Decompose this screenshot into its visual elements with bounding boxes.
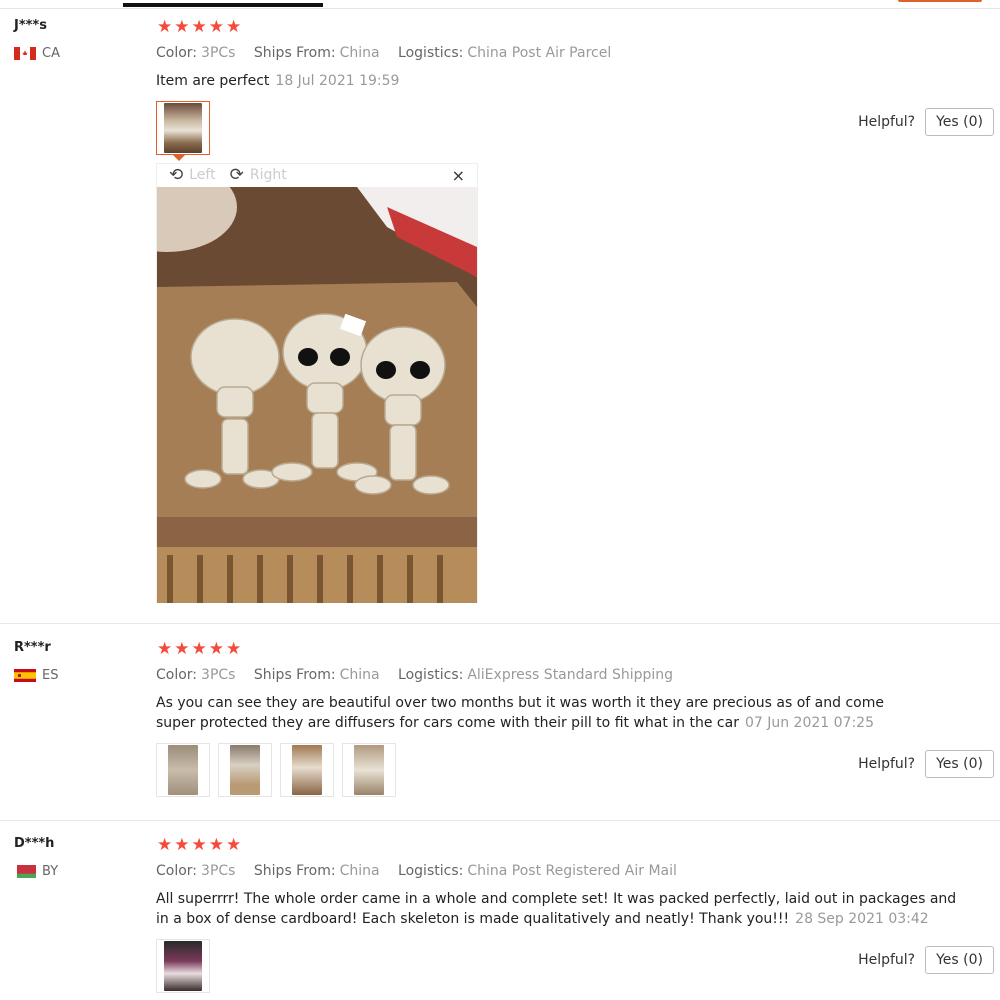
star-icon: ★ xyxy=(191,639,207,659)
review-date: 28 Sep 2021 03:42 xyxy=(795,911,929,927)
star-rating: ★ ★ ★ ★ ★ xyxy=(157,640,241,658)
es-flag-icon xyxy=(14,669,36,682)
review-thumbnails xyxy=(156,743,396,797)
star-icon: ★ xyxy=(157,17,173,37)
color-label: Color: xyxy=(156,667,198,683)
star-rating: ★ ★ ★ ★ ★ xyxy=(157,18,241,36)
logistics-value: China Post Air Parcel xyxy=(467,45,612,61)
helpful-section: Helpful? Yes (0) xyxy=(858,108,994,136)
color-label: Color: xyxy=(156,45,198,61)
reviewer-name: D***h xyxy=(14,836,55,851)
rotate-left-icon[interactable]: ⟲ xyxy=(169,165,183,185)
ships-from-value: China xyxy=(339,667,380,683)
color-label: Color: xyxy=(156,863,198,879)
helpful-yes-button[interactable]: Yes (0) xyxy=(925,108,994,136)
review-photo-thumbnail[interactable] xyxy=(156,743,210,797)
star-icon: ★ xyxy=(157,639,173,659)
by-flag-icon xyxy=(14,865,36,878)
helpful-yes-button[interactable]: Yes (0) xyxy=(925,946,994,974)
review-photo-thumbnail[interactable] xyxy=(218,743,272,797)
reviewer-country: BY xyxy=(14,864,58,879)
logistics-label: Logistics: xyxy=(398,863,464,879)
logistics-value: China Post Registered Air Mail xyxy=(467,863,677,879)
review-divider xyxy=(0,623,1000,624)
ships-from-label: Ships From: xyxy=(253,45,336,61)
rotate-left-label[interactable]: Left xyxy=(189,167,215,183)
star-icon: ★ xyxy=(191,17,207,37)
helpful-label: Helpful? xyxy=(858,114,916,130)
review-text: As you can see they are beautiful over t… xyxy=(156,693,916,733)
review-thumbnails xyxy=(156,939,210,993)
helpful-section: Helpful? Yes (0) xyxy=(858,750,994,778)
star-icon: ★ xyxy=(174,17,190,37)
star-icon: ★ xyxy=(208,835,224,855)
logistics-value: AliExpress Standard Shipping xyxy=(467,667,674,683)
ca-flag-icon xyxy=(14,47,36,60)
ships-from-label: Ships From: xyxy=(253,667,336,683)
star-icon: ★ xyxy=(174,639,190,659)
star-icon: ★ xyxy=(226,835,242,855)
top-accent-button-edge xyxy=(898,0,982,2)
review-date: 18 Jul 2021 19:59 xyxy=(275,73,400,89)
helpful-yes-button[interactable]: Yes (0) xyxy=(925,750,994,778)
star-rating: ★ ★ ★ ★ ★ xyxy=(157,836,241,854)
country-code: CA xyxy=(42,46,60,61)
helpful-section: Helpful? Yes (0) xyxy=(858,946,994,974)
reviewer-name: J***s xyxy=(14,18,47,33)
review-text: Item are perfect 18 Jul 2021 19:59 xyxy=(156,71,976,91)
review-text: All superrrr! The whole order came in a … xyxy=(156,889,966,929)
reviewer-country: CA xyxy=(14,46,60,61)
active-tab-indicator xyxy=(123,3,323,7)
ships-from-value: China xyxy=(339,45,380,61)
review-date: 07 Jun 2021 07:25 xyxy=(744,715,874,731)
review-divider xyxy=(0,820,1000,821)
review-thumbnails xyxy=(156,101,210,155)
reviewer-name: R***r xyxy=(14,640,51,655)
photo-viewer: ⟲ Left ⟳ Right × xyxy=(156,163,478,603)
logistics-label: Logistics: xyxy=(398,667,464,683)
color-value: 3PCs xyxy=(201,863,236,879)
star-icon: ★ xyxy=(208,17,224,37)
review-photo-thumbnail[interactable] xyxy=(156,939,210,993)
order-meta: Color: 3PCs Ships From: China Logistics: Ch… xyxy=(156,863,691,879)
top-divider xyxy=(0,8,1000,9)
close-icon[interactable]: × xyxy=(452,166,465,185)
star-icon: ★ xyxy=(208,639,224,659)
star-icon: ★ xyxy=(157,835,173,855)
logistics-label: Logistics: xyxy=(398,45,464,61)
ships-from-value: China xyxy=(339,863,380,879)
country-code: ES xyxy=(42,668,59,683)
star-icon: ★ xyxy=(174,835,190,855)
star-icon: ★ xyxy=(226,17,242,37)
viewer-toolbar: ⟲ Left ⟳ Right × xyxy=(157,164,477,186)
star-icon: ★ xyxy=(226,639,242,659)
review-photo-thumbnail[interactable] xyxy=(342,743,396,797)
review-body: Item are perfect xyxy=(156,73,270,89)
ships-from-label: Ships From: xyxy=(253,863,336,879)
reviewer-country: ES xyxy=(14,668,58,683)
helpful-label: Helpful? xyxy=(858,756,916,772)
color-value: 3PCs xyxy=(201,45,236,61)
helpful-label: Helpful? xyxy=(858,952,916,968)
review-photo-thumbnail[interactable] xyxy=(156,101,210,155)
color-value: 3PCs xyxy=(201,667,236,683)
review-photo-thumbnail[interactable] xyxy=(280,743,334,797)
star-icon: ★ xyxy=(191,835,207,855)
order-meta: Color: 3PCs Ships From: China Logistics: Ch… xyxy=(156,45,625,61)
rotate-right-label[interactable]: Right xyxy=(250,167,287,183)
thumbnail-selected-caret xyxy=(172,154,186,161)
rotate-right-icon[interactable]: ⟳ xyxy=(230,165,244,185)
review-photo-large xyxy=(157,187,477,603)
country-code: BY xyxy=(42,864,59,879)
order-meta: Color: 3PCs Ships From: China Logistics: Al… xyxy=(156,667,687,683)
